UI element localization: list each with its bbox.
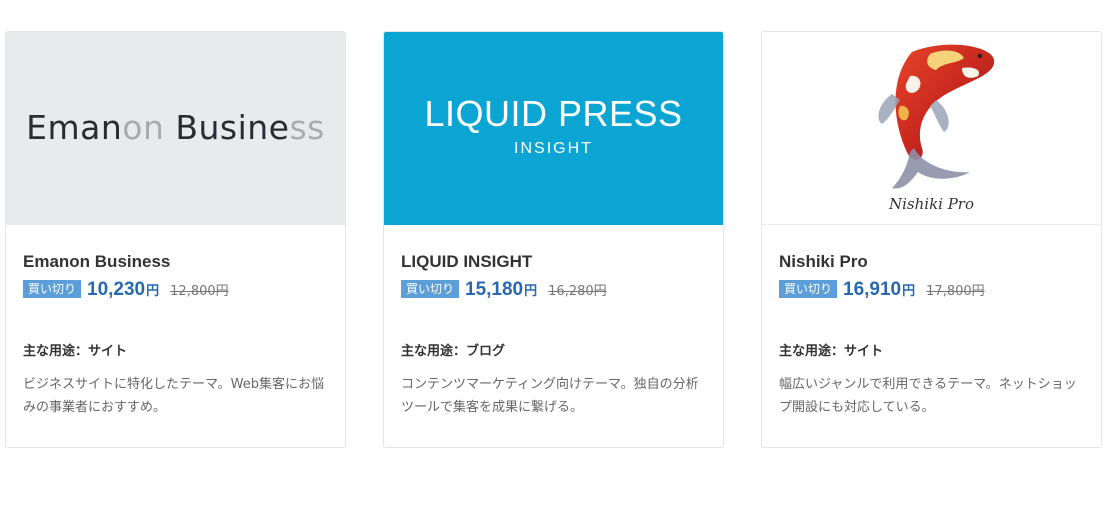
yen-unit: 円 xyxy=(146,284,160,299)
theme-card-liquid-insight[interactable]: LIQUID PRESS INSIGHT LIQUID INSIGHT 買い切り… xyxy=(383,31,724,448)
theme-description: ビジネスサイトに特化したテーマ。Web集客にお悩みの事業者におすすめ。 xyxy=(23,377,324,415)
theme-thumbnail[interactable]: Nishiki Pro xyxy=(762,32,1101,225)
price-row: 買い切り 16,910 円 17,800円 xyxy=(779,279,1084,305)
liquid-press-logo: LIQUID PRESS INSIGHT xyxy=(384,94,723,158)
theme-thumbnail[interactable]: Emanon Business xyxy=(6,32,345,225)
price-row: 買い切り 10,230 円 12,800円 xyxy=(23,279,328,305)
purchase-type-badge: 買い切り xyxy=(779,280,838,298)
original-price: 12,800円 xyxy=(170,284,229,299)
theme-title[interactable]: LIQUID INSIGHT xyxy=(401,251,706,273)
original-price: 16,280円 xyxy=(548,284,607,299)
koi-fish-illustration xyxy=(878,44,995,189)
nishiki-pro-logo-text: Nishiki Pro xyxy=(888,195,975,213)
theme-title[interactable]: Nishiki Pro xyxy=(779,251,1084,273)
logo-main-text: LIQUID PRESS xyxy=(424,93,683,134)
price-row: 買い切り 15,180 円 16,280円 xyxy=(401,279,706,305)
theme-title[interactable]: Emanon Business xyxy=(23,251,328,273)
main-usage: 主な用途：サイト xyxy=(23,344,128,359)
main-usage: 主な用途：ブログ xyxy=(401,344,506,359)
current-price: 10,230 xyxy=(87,279,146,300)
theme-description: コンテンツマーケティング向けテーマ。独自の分析ツールで集客を成果に繋げる。 xyxy=(401,377,699,415)
logo-sub-text: INSIGHT xyxy=(514,140,593,157)
current-price: 16,910 xyxy=(843,279,902,300)
main-usage: 主な用途：サイト xyxy=(779,344,884,359)
theme-card-nishiki-pro[interactable]: Nishiki Pro Nishiki Pro 買い切り 16,910 円 17,… xyxy=(761,31,1102,448)
yen-unit: 円 xyxy=(524,284,538,299)
emanon-logo: Emanon Business xyxy=(26,108,325,147)
purchase-type-badge: 買い切り xyxy=(23,280,82,298)
current-price: 15,180 xyxy=(465,279,524,300)
theme-thumbnail[interactable]: LIQUID PRESS INSIGHT xyxy=(384,32,723,225)
theme-card-emanon[interactable]: Emanon Business Emanon Business 買い切り 10,… xyxy=(5,31,346,448)
theme-description: 幅広いジャンルで利用できるテーマ。ネットショップ開設にも対応している。 xyxy=(779,377,1077,415)
theme-card-list: Emanon Business Emanon Business 買い切り 10,… xyxy=(0,0,1110,507)
purchase-type-badge: 買い切り xyxy=(401,280,460,298)
original-price: 17,800円 xyxy=(926,284,985,299)
yen-unit: 円 xyxy=(902,284,916,299)
